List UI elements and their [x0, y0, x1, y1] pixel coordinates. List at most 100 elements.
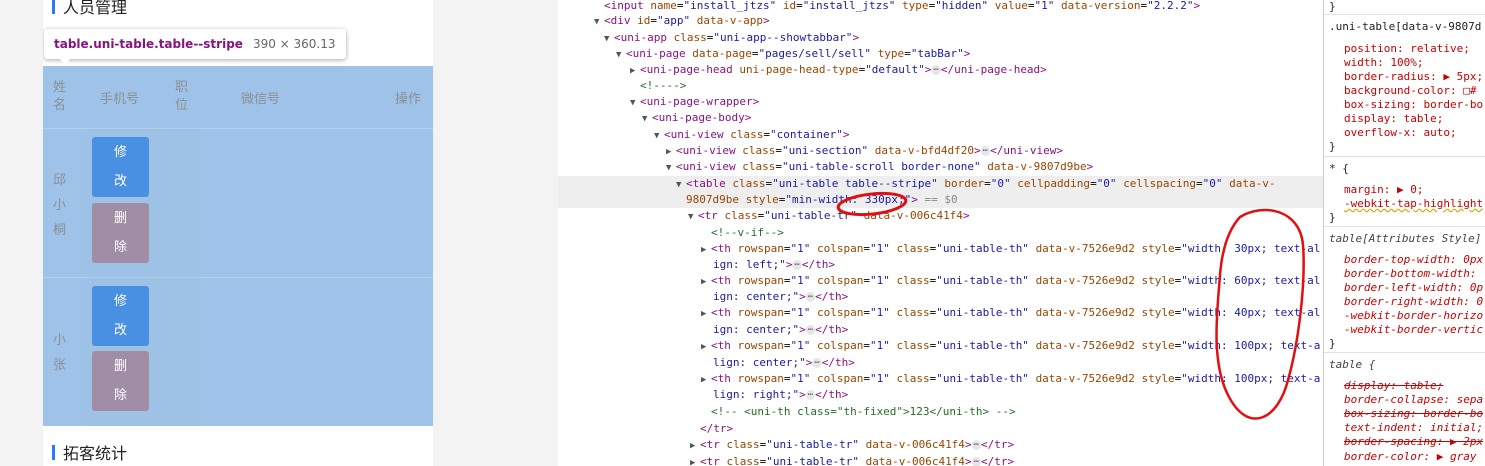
collapse-triangle-icon[interactable]: ▶: [701, 242, 711, 258]
expand-triangle-icon[interactable]: ▼: [654, 128, 664, 144]
devtools-screen: 人员管理 table.uni-table.table--stripe 390 ×…: [0, 0, 1485, 466]
ellipsis-icon[interactable]: ⋯: [971, 440, 981, 450]
dom-node[interactable]: ▼ <uni-view class="container">: [654, 127, 849, 143]
dom-node[interactable]: ▼ <tr class="uni-table-tr" data-v-006c41f…: [688, 208, 970, 224]
ellipsis-icon[interactable]: ⋯: [805, 325, 816, 335]
section-accent-bar: [52, 444, 55, 460]
th-actions: 操作: [395, 66, 421, 128]
delete-button[interactable]: 删 除: [92, 203, 149, 263]
dom-node-cont[interactable]: lign: center;"> ⋯ </th>: [713, 355, 855, 371]
dom-node-cont[interactable]: ign: left;"> ⋯ </th>: [713, 257, 835, 273]
name-char: 桐: [53, 223, 67, 238]
edit-button[interactable]: 修 改: [92, 137, 149, 197]
style-selector[interactable]: table {: [1329, 358, 1375, 372]
th-wechat: 微信号: [241, 66, 280, 128]
dom-node[interactable]: ▼ <uni-view class="uni-table-scroll borde…: [666, 159, 1093, 175]
dom-node[interactable]: ▼ <uni-page data-page="pages/sell/sell" t…: [616, 46, 970, 62]
row-divider: [43, 128, 433, 129]
dom-node[interactable]: ▼ <uni-app class="uni-app--showtabbar">: [604, 30, 859, 46]
expand-triangle-icon[interactable]: ▼: [604, 31, 614, 47]
dom-node[interactable]: <input name="install_jtzs" id="install_j…: [604, 0, 1200, 14]
dom-node[interactable]: ▶ <tr class="uni-table-tr" data-v-006c41f…: [690, 454, 1014, 466]
red-circle-annotation: [836, 191, 908, 217]
dom-node[interactable]: ▼ <uni-page-body>: [642, 110, 751, 126]
expand-triangle-icon[interactable]: ▼: [688, 209, 698, 225]
ellipsis-icon[interactable]: ⋯: [792, 260, 802, 270]
rule-divider: [1324, 156, 1485, 157]
th-position-char: 位: [175, 98, 189, 113]
tooltip-selector: table.uni-table.table--stripe: [54, 37, 243, 51]
delete-button-char: 除: [113, 240, 127, 255]
collapse-triangle-icon[interactable]: ▶: [701, 372, 711, 388]
dom-node[interactable]: <!---->: [640, 78, 686, 94]
expand-triangle-icon[interactable]: ▼: [666, 160, 676, 176]
ellipsis-icon[interactable]: ⋯: [980, 146, 991, 156]
style-brace: }: [1329, 0, 1336, 13]
dom-node[interactable]: <!-- <uni-th class="th-fixed">123</uni-t…: [711, 404, 1016, 420]
dom-node[interactable]: ▼ <div id="app" data-v-app>: [594, 13, 770, 29]
th-phone: 手机号: [100, 66, 139, 128]
collapse-triangle-icon[interactable]: ▶: [701, 274, 711, 290]
dom-node[interactable]: </tr>: [700, 421, 733, 437]
style-declaration[interactable]: position: relative;: [1344, 42, 1470, 56]
style-declaration[interactable]: overflow-x: auto;: [1344, 126, 1457, 140]
style-selector[interactable]: .uni-table[data-v-9807d: [1329, 20, 1481, 34]
style-brace: }: [1329, 140, 1336, 153]
th-name-char: 名: [53, 98, 67, 113]
collapse-triangle-icon[interactable]: ▶: [690, 455, 700, 466]
name-char: 张: [53, 358, 67, 373]
ellipsis-icon[interactable]: ⋯: [971, 457, 981, 466]
style-selector[interactable]: table[Attributes Style]: [1329, 232, 1481, 246]
style-declaration[interactable]: -webkit-tap-highlight: [1344, 197, 1483, 211]
th-name-char: 姓: [53, 80, 67, 95]
collapse-triangle-icon[interactable]: ▶: [666, 144, 676, 160]
th-name: 姓 名: [53, 66, 66, 128]
ellipsis-icon[interactable]: ⋯: [805, 292, 816, 302]
style-declaration: text-indent: initial;: [1344, 421, 1484, 434]
ellipsis-icon[interactable]: ⋯: [931, 65, 941, 75]
edit-button-char: 修: [113, 294, 127, 309]
name-char: 邱: [53, 173, 67, 188]
collapse-triangle-icon[interactable]: ▶: [701, 339, 711, 355]
collapse-triangle-icon[interactable]: ▶: [630, 63, 640, 79]
dom-node[interactable]: ▶ <uni-page-head uni-page-head-type="defa…: [630, 62, 1047, 78]
style-brace: }: [1329, 211, 1336, 224]
collapse-triangle-icon[interactable]: ▶: [690, 438, 700, 454]
expand-triangle-icon[interactable]: ▼: [630, 95, 640, 111]
expand-triangle-icon[interactable]: ▼: [594, 14, 604, 30]
dom-node[interactable]: ▼ <uni-page-wrapper>: [630, 94, 759, 110]
dom-node-cont[interactable]: lign: right;"> ⋯ </th>: [713, 387, 848, 403]
dom-node-cont[interactable]: ign: center;"> ⋯ </th>: [713, 289, 848, 305]
style-declaration[interactable]: border-radius: ▶ 5px;: [1344, 70, 1483, 84]
dom-node[interactable]: ▶ <uni-view class="uni-section" data-v-bf…: [666, 143, 1063, 159]
style-declaration: border-top-width: 0px: [1344, 253, 1484, 266]
ellipsis-icon[interactable]: ⋯: [812, 358, 822, 368]
edit-button[interactable]: 修 改: [92, 286, 149, 346]
style-declaration: -webkit-border-vertic: [1344, 323, 1484, 336]
red-scribble-annotation: [1215, 208, 1305, 420]
expand-triangle-icon[interactable]: ▼: [676, 177, 686, 193]
expand-triangle-icon[interactable]: ▼: [642, 111, 652, 127]
style-declaration: border-left-width: 0p: [1344, 281, 1484, 294]
tooltip-arrow: [59, 58, 71, 65]
expand-triangle-icon[interactable]: ▼: [616, 47, 626, 63]
style-declaration[interactable]: background-color: □#: [1344, 84, 1476, 98]
style-declaration-overridden: box-sizing: border-bo: [1344, 407, 1484, 420]
delete-button[interactable]: 删 除: [92, 351, 149, 411]
dom-node[interactable]: <!--v-if-->: [711, 225, 784, 241]
dom-node[interactable]: ▶ <tr class="uni-table-tr" data-v-006c41f…: [690, 437, 1014, 453]
style-declaration[interactable]: box-sizing: border-bo: [1344, 98, 1483, 112]
style-declaration[interactable]: width: 100%;: [1344, 56, 1423, 70]
th-actions-label: 操作: [395, 91, 422, 107]
th-phone-label: 手机号: [100, 91, 140, 107]
style-selector[interactable]: * {: [1329, 162, 1349, 176]
ellipsis-icon[interactable]: ⋯: [805, 390, 816, 400]
collapse-triangle-icon[interactable]: ▶: [701, 306, 711, 322]
dom-node-selected[interactable]: ▼ <table class="uni-table table--stripe" …: [558, 176, 1323, 192]
dom-node-cont[interactable]: ign: center;"> ⋯ </th>: [713, 322, 848, 338]
delete-button-char: 删: [113, 359, 127, 374]
style-declaration[interactable]: display: table;: [1344, 112, 1443, 126]
style-declaration[interactable]: margin: ▶ 0;: [1344, 183, 1423, 197]
style-brace: }: [1329, 337, 1336, 350]
style-declaration: border-right-width: 0: [1344, 295, 1484, 308]
